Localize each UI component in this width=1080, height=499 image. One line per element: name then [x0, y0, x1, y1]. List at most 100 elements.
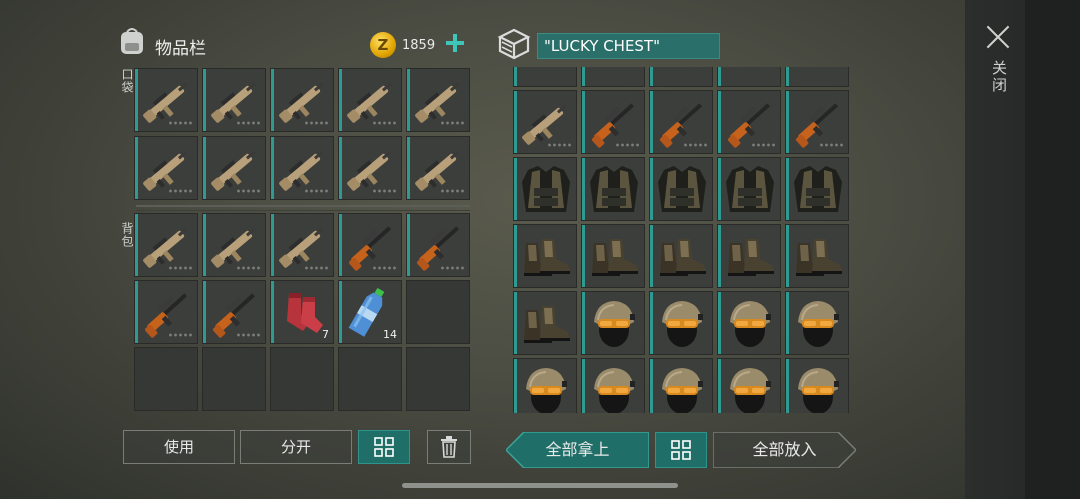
- chest-name-field[interactable]: "LUCKY CHEST": [537, 33, 720, 59]
- trash-icon: [441, 436, 457, 458]
- chest-slot-vest[interactable]: [649, 157, 713, 221]
- chest-slot-helmet[interactable]: [649, 291, 713, 355]
- boots-icon: [524, 239, 570, 276]
- backpack-slot-rifle-svd[interactable]: [134, 280, 198, 344]
- chest-slot-boots[interactable]: [785, 224, 849, 288]
- durability-dots: [819, 143, 843, 147]
- chest-slot-helmet[interactable]: [785, 291, 849, 355]
- boots-icon: [660, 239, 706, 276]
- chest-slot-vest[interactable]: [785, 157, 849, 221]
- chest-slot-partial[interactable]: [649, 67, 713, 87]
- pocket-slot-rifle-scar[interactable]: [134, 68, 198, 132]
- grid-icon: [374, 437, 394, 457]
- backpack-empty-slot[interactable]: [338, 347, 402, 411]
- backpack-slot-rifle-svd[interactable]: [338, 213, 402, 277]
- partial-icon: [790, 67, 846, 84]
- chest-slot-helmet[interactable]: [717, 291, 781, 355]
- backpack-empty-slot[interactable]: [202, 347, 266, 411]
- chest-slot-boots[interactable]: [513, 291, 577, 355]
- put-all-button[interactable]: 全部放入: [713, 432, 856, 468]
- chest-slot-boots[interactable]: [581, 224, 645, 288]
- durability-dots: [372, 189, 396, 193]
- chest-slot-vest[interactable]: [581, 157, 645, 221]
- backpack-empty-slot[interactable]: [270, 347, 334, 411]
- chest-slot-rifle-svd[interactable]: [581, 90, 645, 154]
- take-all-label: 全部拿上: [545, 440, 610, 459]
- helmet-icon: [798, 301, 839, 347]
- add-coins-button[interactable]: [444, 32, 466, 54]
- durability-dots: [615, 143, 639, 147]
- chest-slot-vest[interactable]: [717, 157, 781, 221]
- backpack-slot-rifle-scar[interactable]: [134, 213, 198, 277]
- backpack-slot-rifle-svd[interactable]: [406, 213, 470, 277]
- pocket-slot-rifle-scar[interactable]: [202, 136, 266, 200]
- trash-button[interactable]: [427, 430, 471, 464]
- boots-icon: [728, 239, 774, 276]
- backpack-empty-slot[interactable]: [406, 347, 470, 411]
- durability-dots: [440, 121, 464, 125]
- chest-slot-boots[interactable]: [513, 224, 577, 288]
- pocket-slot-rifle-scar[interactable]: [202, 68, 266, 132]
- chest-slot-partial[interactable]: [513, 67, 577, 87]
- helmet-icon: [594, 301, 635, 347]
- pocket-slot-rifle-scar[interactable]: [270, 136, 334, 200]
- chest-slot-helmet[interactable]: [785, 358, 849, 413]
- use-button[interactable]: 使用: [123, 430, 235, 464]
- chest-slot-partial[interactable]: [785, 67, 849, 87]
- side-panel: [965, 0, 1080, 499]
- pocket-slot-rifle-scar[interactable]: [270, 68, 334, 132]
- backpack-slot-rifle-svd[interactable]: [202, 280, 266, 344]
- chest-slot-partial[interactable]: [717, 67, 781, 87]
- backpack-empty-slot[interactable]: [134, 347, 198, 411]
- durability-dots: [440, 266, 464, 270]
- durability-dots: [304, 121, 328, 125]
- chest-slot-partial[interactable]: [581, 67, 645, 87]
- chest-slot-rifle-scar[interactable]: [513, 90, 577, 154]
- take-all-button[interactable]: 全部拿上: [506, 432, 649, 468]
- pocket-slot-rifle-scar[interactable]: [406, 136, 470, 200]
- close-label[interactable]: 关闭: [989, 60, 1008, 94]
- backpack-slot-rifle-scar[interactable]: [202, 213, 266, 277]
- coin-count: 1859: [402, 38, 436, 53]
- durability-dots: [751, 143, 775, 147]
- backpack-slot-water-bottle[interactable]: 14: [338, 280, 402, 344]
- chest-slot-vest[interactable]: [513, 157, 577, 221]
- pocket-slot-rifle-scar[interactable]: [406, 68, 470, 132]
- helmet-icon: [798, 368, 839, 413]
- close-icon[interactable]: [983, 22, 1013, 52]
- backpack-empty-slot[interactable]: [406, 280, 470, 344]
- durability-dots: [236, 266, 260, 270]
- pocket-slot-rifle-scar[interactable]: [134, 136, 198, 200]
- helmet-icon: [662, 368, 703, 413]
- pocket-slot-rifle-scar[interactable]: [338, 136, 402, 200]
- chest-slot-helmet[interactable]: [581, 291, 645, 355]
- pocket-slot-rifle-scar[interactable]: [338, 68, 402, 132]
- inventory-title: 物品栏: [155, 39, 206, 59]
- backpack-icon: [121, 28, 143, 54]
- put-all-label: 全部放入: [752, 440, 817, 459]
- durability-dots: [547, 143, 571, 147]
- chest-slot-helmet[interactable]: [649, 358, 713, 413]
- chest-slot-boots[interactable]: [649, 224, 713, 288]
- helmet-icon: [526, 368, 567, 413]
- coin-icon: Z: [370, 32, 396, 58]
- chest-slot-helmet[interactable]: [513, 358, 577, 413]
- chest-slot-rifle-svd[interactable]: [717, 90, 781, 154]
- chest-slot-boots[interactable]: [717, 224, 781, 288]
- backpack-slot-rifle-scar[interactable]: [270, 213, 334, 277]
- backpack-slot-socks[interactable]: 7: [270, 280, 334, 344]
- chest-slot-rifle-svd[interactable]: [785, 90, 849, 154]
- durability-dots: [683, 143, 707, 147]
- chest-slot-helmet[interactable]: [717, 358, 781, 413]
- helmet-icon: [662, 301, 703, 347]
- chest-slot-rifle-svd[interactable]: [649, 90, 713, 154]
- sort-grid-button[interactable]: [358, 430, 410, 464]
- durability-dots: [168, 121, 192, 125]
- boots-icon: [524, 306, 570, 343]
- chest-sort-button[interactable]: [655, 432, 707, 468]
- chest-slot-helmet[interactable]: [581, 358, 645, 413]
- durability-dots: [236, 189, 260, 193]
- vest-icon: [658, 166, 706, 212]
- item-quantity: 14: [383, 328, 397, 341]
- split-button[interactable]: 分开: [240, 430, 352, 464]
